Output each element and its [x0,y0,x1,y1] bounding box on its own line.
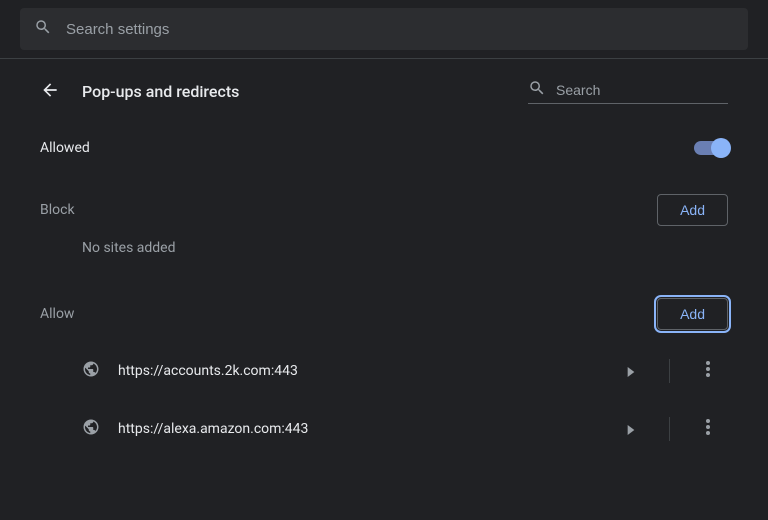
more-vert-icon [706,419,710,439]
chevron-right-icon [627,420,635,439]
allow-label: Allow [40,306,74,322]
site-more-button[interactable] [688,356,728,386]
page-search-input[interactable] [556,82,737,98]
allowed-row: Allowed [40,140,728,156]
block-empty-message: No sites added [40,240,728,256]
allowed-label: Allowed [40,140,90,156]
page-header: Pop-ups and redirects [40,79,728,104]
globe-icon [82,418,100,440]
site-row: https://accounts.2k.com:443 [40,342,728,400]
back-arrow-icon[interactable] [40,80,60,104]
block-add-button[interactable]: Add [657,194,728,226]
site-url: https://accounts.2k.com:443 [118,363,593,379]
settings-search-input[interactable] [66,21,734,38]
site-details-button[interactable] [611,356,651,386]
site-row: https://alexa.amazon.com:443 [40,400,728,458]
page-search[interactable] [528,79,728,104]
divider [669,417,670,441]
allow-add-button[interactable]: Add [657,298,728,330]
search-icon [528,79,546,101]
allowed-toggle[interactable] [694,141,728,155]
globe-icon [82,360,100,382]
search-icon [34,18,52,40]
block-section-header: Block Add [40,194,728,226]
allow-site-list: https://accounts.2k.com:443 https://alex… [40,342,728,458]
divider [669,359,670,383]
site-details-button[interactable] [611,414,651,444]
settings-search-bar[interactable] [20,8,748,50]
page-title: Pop-ups and redirects [82,82,239,101]
more-vert-icon [706,361,710,381]
toggle-knob [711,138,731,158]
site-more-button[interactable] [688,414,728,444]
block-label: Block [40,202,75,218]
chevron-right-icon [627,362,635,381]
allow-section-header: Allow Add [40,298,728,330]
site-url: https://alexa.amazon.com:443 [118,421,593,437]
